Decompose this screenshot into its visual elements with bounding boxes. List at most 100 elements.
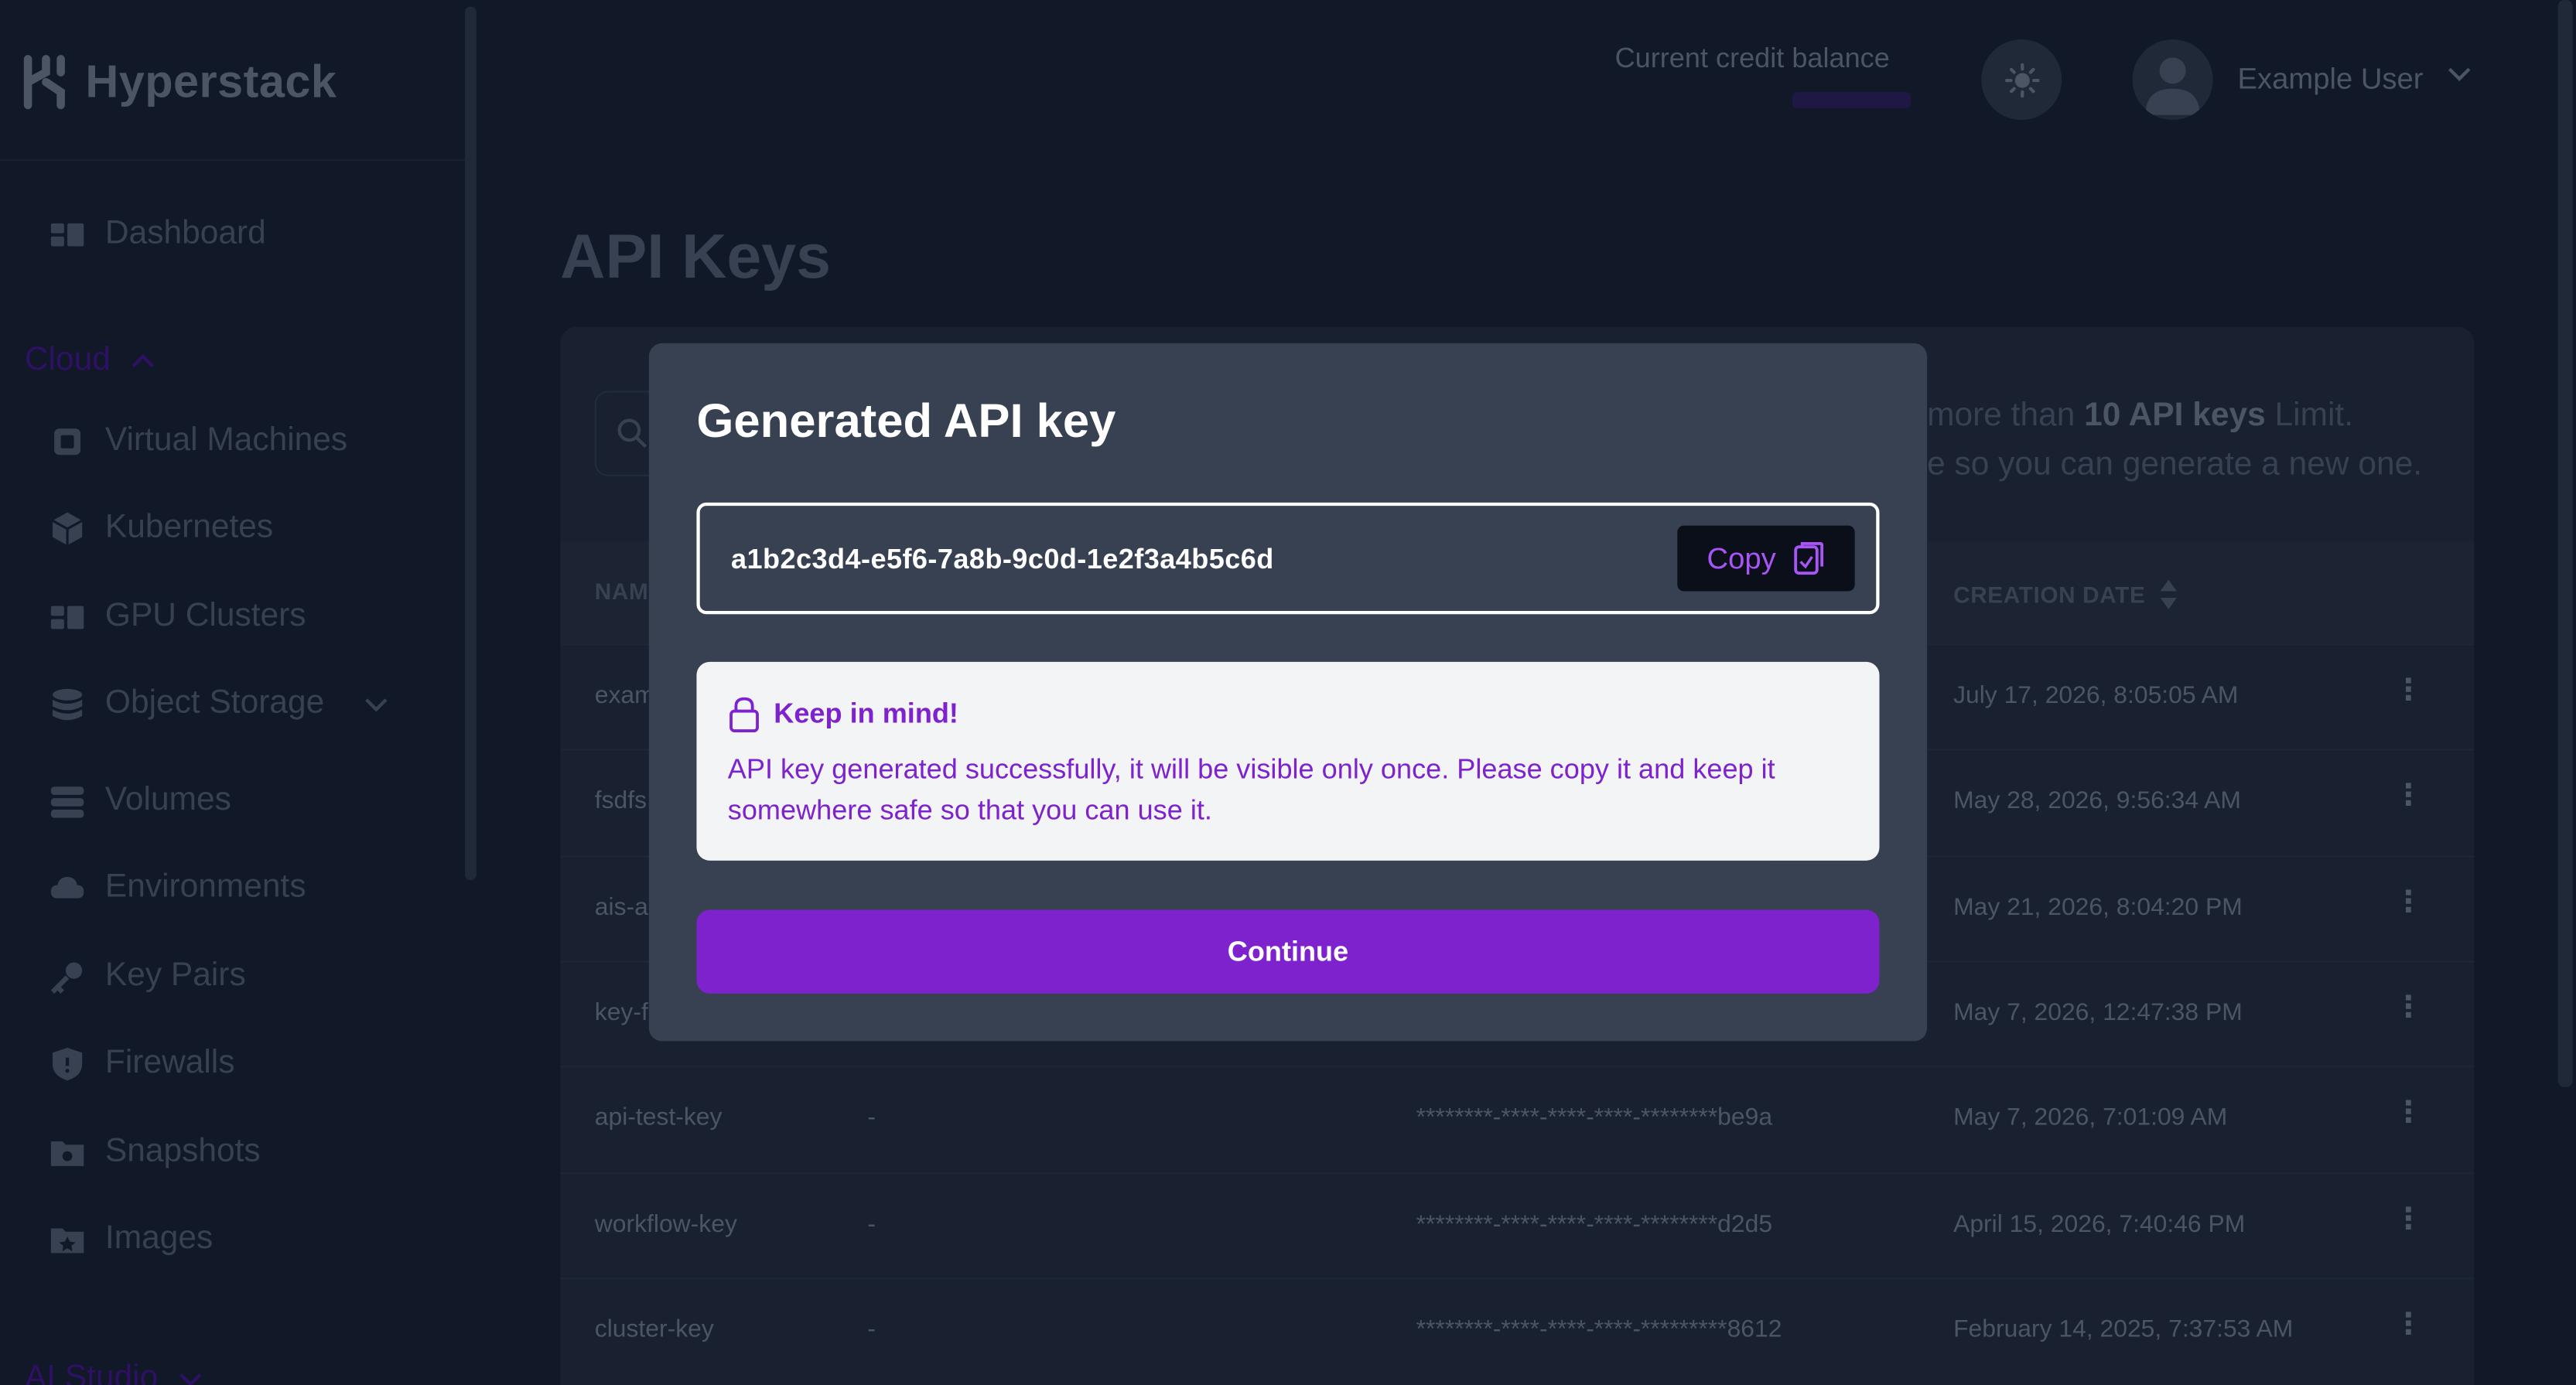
modal-title: Generated API key <box>696 395 1116 449</box>
cell-creation-date: July 17, 2026, 8:05:05 AM <box>1953 681 2239 710</box>
limit-note-prefix: more than <box>1927 397 2085 434</box>
sort-icon <box>2160 579 2177 609</box>
credit-balance-value <box>1792 91 1911 109</box>
notice-title: Keep in mind! <box>728 696 958 732</box>
limit-note-line2: e so you can generate a new one. <box>1927 446 2423 483</box>
sidebar-item-gpu-clusters[interactable]: GPU Clusters <box>50 598 306 636</box>
sidebar-item-label: Environments <box>104 868 306 906</box>
hyperstack-logo-icon <box>23 55 65 110</box>
api-key-limit-note: more than 10 API keys Limit. e so you ca… <box>1927 391 2422 489</box>
cluster-icon <box>50 605 84 629</box>
sidebar-item-volumes[interactable]: Volumes <box>50 782 231 820</box>
cell-description: - <box>867 1209 876 1238</box>
copy-button-label: Copy <box>1707 541 1776 575</box>
row-actions-kebab-icon[interactable]: ⋮ <box>2393 1201 2423 1236</box>
limit-note-suffix: Limit. <box>2265 397 2354 434</box>
row-actions-kebab-icon[interactable]: ⋮ <box>2393 990 2423 1025</box>
cell-name: fsdfs <box>594 786 647 815</box>
row-actions-kebab-icon[interactable]: ⋮ <box>2393 1307 2423 1342</box>
sidebar-item-label: Key Pairs <box>104 957 246 994</box>
brand-name: Hyperstack <box>85 56 337 107</box>
sidebar-item-label: GPU Clusters <box>104 598 306 634</box>
shield-icon <box>52 1046 83 1080</box>
chevron-down-icon[interactable] <box>2446 66 2472 82</box>
page-scrollbar[interactable] <box>2557 0 2573 1087</box>
sidebar-section-label: Cloud <box>24 341 111 378</box>
keep-in-mind-notice: Keep in mind! API key generated successf… <box>696 661 1880 861</box>
sidebar-item-key-pairs[interactable]: Key Pairs <box>50 957 246 995</box>
copy-button[interactable]: Copy <box>1674 522 1858 595</box>
sidebar-item-label: Firewalls <box>104 1044 235 1081</box>
cube-icon <box>52 511 83 545</box>
user-name[interactable]: Example User <box>2237 63 2423 97</box>
cell-name: ais-a <box>594 892 648 921</box>
cell-creation-date: April 15, 2026, 7:40:46 PM <box>1953 1209 2246 1238</box>
cell-masked-key: ********-****-****-****-********d2d5 <box>1416 1209 1773 1238</box>
sidebar-item-virtual-machines[interactable]: Virtual Machines <box>50 422 347 460</box>
cell-masked-key: ********-****-****-****-*********8612 <box>1416 1315 1782 1343</box>
sidebar-item-label: Snapshots <box>104 1133 261 1170</box>
page-title: API Keys <box>560 223 832 293</box>
cell-creation-date: February 14, 2025, 7:37:53 AM <box>1953 1315 2294 1343</box>
column-header-name[interactable]: NAM <box>595 578 649 605</box>
sidebar-item-label: Object Storage <box>104 684 325 721</box>
image-folder-icon <box>50 1227 84 1253</box>
database-icon <box>52 687 83 720</box>
sidebar-section-ai-studio[interactable]: AI Studio <box>25 1359 204 1385</box>
limit-note-bold: 10 API keys <box>2084 397 2266 434</box>
cell-name: api-test-key <box>594 1104 723 1132</box>
credit-balance-label: Current credit balance <box>1614 43 1890 74</box>
user-icon <box>2145 57 2200 115</box>
row-actions-kebab-icon[interactable]: ⋮ <box>2393 674 2423 708</box>
cell-description: - <box>867 1315 876 1343</box>
api-key-field[interactable]: a1b2c3d4-e5f6-7a8b-9c0d-1e2f3a4b5c6d Cop… <box>696 502 1880 615</box>
continue-button[interactable]: Continue <box>696 909 1880 994</box>
sidebar-item-kubernetes[interactable]: Kubernetes <box>50 509 273 547</box>
sidebar-item-object-storage[interactable]: Object Storage <box>50 685 391 723</box>
lock-icon <box>729 697 759 732</box>
cell-creation-date: May 21, 2026, 8:04:20 PM <box>1953 892 2243 921</box>
cell-name: exam <box>594 681 655 710</box>
sidebar-item-label: Virtual Machines <box>104 421 348 459</box>
cell-creation-date: May 7, 2026, 12:47:38 PM <box>1953 998 2243 1027</box>
row-actions-kebab-icon[interactable]: ⋮ <box>2393 1096 2423 1131</box>
notice-body: API key generated successfully, it will … <box>727 753 1775 827</box>
dashboard-icon <box>50 222 84 246</box>
key-icon <box>50 961 83 993</box>
camera-folder-icon <box>50 1140 84 1165</box>
user-avatar[interactable] <box>2132 39 2213 121</box>
sidebar-section-cloud[interactable]: Cloud <box>25 342 156 380</box>
chevron-up-icon <box>132 353 155 367</box>
app-root: Hyperstack Dashboard Cloud Virtual Machi… <box>0 0 2576 1385</box>
sidebar-item-label: Volumes <box>104 781 231 818</box>
sidebar: Hyperstack Dashboard Cloud Virtual Machi… <box>0 0 466 1385</box>
sidebar-item-images[interactable]: Images <box>50 1220 213 1258</box>
cell-name: workflow-key <box>594 1209 737 1238</box>
brand-logo[interactable]: Hyperstack <box>23 49 337 115</box>
server-icon <box>50 786 84 817</box>
cell-description: - <box>867 1104 876 1132</box>
theme-toggle-button[interactable] <box>1981 39 2062 121</box>
sun-icon <box>2004 62 2039 97</box>
clipboard-copy-icon <box>1794 542 1824 575</box>
row-actions-kebab-icon[interactable]: ⋮ <box>2393 779 2423 814</box>
sidebar-section-label: AI Studio <box>24 1359 159 1385</box>
column-header-label: CREATION DATE <box>1953 581 2146 608</box>
sidebar-divider <box>0 159 466 162</box>
sidebar-item-environments[interactable]: Environments <box>50 868 306 906</box>
column-header-creation-date[interactable]: CREATION DATE <box>1953 578 2178 611</box>
notice-title-text: Keep in mind! <box>774 698 958 729</box>
cloud-icon <box>50 875 84 898</box>
sidebar-item-label: Kubernetes <box>104 509 274 546</box>
row-actions-kebab-icon[interactable]: ⋮ <box>2393 885 2423 919</box>
chevron-down-icon <box>179 1372 202 1385</box>
cell-masked-key: ********-****-****-****-********be9a <box>1416 1104 1773 1132</box>
sidebar-item-firewalls[interactable]: Firewalls <box>50 1044 235 1083</box>
cell-name: cluster-key <box>594 1315 714 1343</box>
sidebar-item-snapshots[interactable]: Snapshots <box>50 1133 261 1171</box>
sidebar-item-dashboard[interactable]: Dashboard <box>50 215 266 253</box>
api-key-value[interactable]: a1b2c3d4-e5f6-7a8b-9c0d-1e2f3a4b5c6d <box>731 544 1274 576</box>
sidebar-scrollbar[interactable] <box>465 6 477 881</box>
generated-api-key-modal: Generated API key a1b2c3d4-e5f6-7a8b-9c0… <box>648 343 1928 1042</box>
cpu-icon <box>54 428 81 455</box>
